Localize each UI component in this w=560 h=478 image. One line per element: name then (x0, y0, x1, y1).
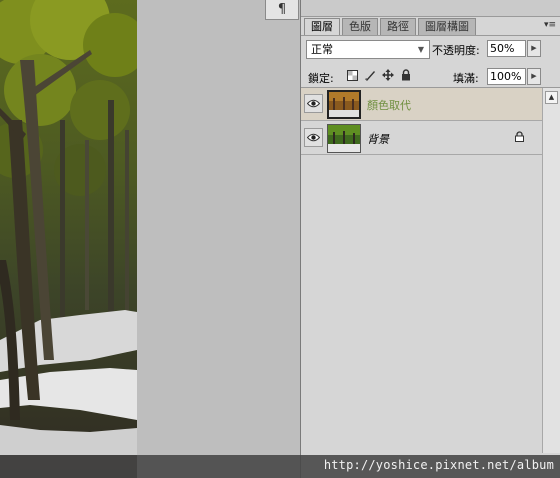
panel-tabs: 圖層 色版 路徑 圖層構圖 (304, 18, 478, 35)
blend-mode-select[interactable]: 正常 ▼ (306, 40, 430, 59)
lock-position-icon[interactable] (381, 68, 395, 82)
eye-icon[interactable] (304, 128, 323, 147)
lock-icon (515, 131, 524, 145)
tab-paths[interactable]: 路徑 (380, 18, 416, 35)
layer-thumbnail (327, 124, 361, 153)
tab-divider (301, 35, 560, 36)
lock-label: 鎖定: (308, 72, 334, 85)
panel-header-strip (301, 0, 560, 17)
eye-icon[interactable] (304, 94, 323, 113)
layer-row-color-replace[interactable]: 顏色取代 (301, 88, 542, 121)
layer-name[interactable]: 背景 (367, 131, 389, 147)
paragraph-panel-button[interactable]: ¶ (265, 0, 299, 20)
panel-menu-icon[interactable]: ▾≡ (544, 20, 556, 30)
watermark-text: http://yoshice.pixnet.net/album (323, 458, 554, 472)
workspace-area (137, 0, 300, 478)
lock-image-pixels-icon[interactable] (363, 68, 377, 82)
forest-photo (0, 0, 137, 478)
blend-mode-value: 正常 (311, 43, 333, 56)
paragraph-icon: ¶ (277, 2, 287, 17)
opacity-input[interactable]: 50% (487, 40, 526, 57)
lock-icons (345, 68, 413, 82)
layer-thumbnail (327, 90, 361, 119)
fill-input[interactable]: 100% (487, 68, 526, 85)
scroll-up-icon[interactable]: ▲ (545, 91, 558, 104)
lock-transparent-pixels-icon[interactable] (345, 68, 359, 82)
fill-label: 填滿: (453, 72, 479, 85)
chevron-down-icon: ▼ (417, 45, 424, 54)
layers-scrollbar[interactable]: ▲ (542, 88, 560, 453)
tab-layer-comps[interactable]: 圖層構圖 (418, 18, 476, 35)
layer-row-background[interactable]: 背景 (301, 122, 542, 155)
document-canvas[interactable] (0, 0, 137, 478)
tab-layers[interactable]: 圖層 (304, 18, 340, 35)
opacity-label: 不透明度: (432, 44, 480, 57)
layers-panel: 圖層 色版 路徑 圖層構圖 ▾≡ 正常 ▼ 不透明度: 50% ▶ 鎖定: 填滿… (300, 0, 560, 478)
tab-channels[interactable]: 色版 (342, 18, 378, 35)
fill-slider-button[interactable]: ▶ (527, 68, 541, 85)
layers-list: 顏色取代 背景 (301, 88, 542, 453)
opacity-slider-button[interactable]: ▶ (527, 40, 541, 57)
lock-all-icon[interactable] (399, 68, 413, 82)
layer-name[interactable]: 顏色取代 (367, 97, 411, 113)
